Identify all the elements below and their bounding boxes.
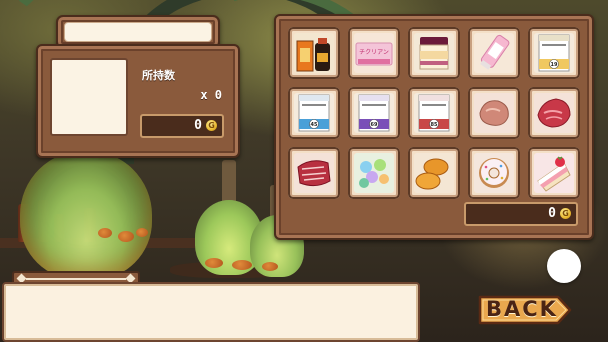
raw-meat-item-icon (479, 100, 509, 126)
circle-button[interactable] (547, 249, 581, 283)
medicine-box-number: 85 (431, 122, 438, 128)
back-button[interactable]: BACK (478, 294, 572, 326)
item-title-field (64, 22, 212, 42)
shop-slot[interactable] (348, 147, 400, 199)
donut-item-icon (479, 158, 509, 188)
marbled-beef-item-icon (297, 160, 331, 187)
background-flask-neck (222, 160, 236, 205)
medicine-box-69-item-icon: 69 (358, 94, 390, 132)
item-preview-image (50, 58, 128, 136)
shop-slot[interactable] (528, 147, 580, 199)
gold-coin-icon: G (206, 120, 217, 131)
background-orange (118, 231, 134, 242)
medicine-box-19-item-icon: 19 (538, 34, 570, 72)
shop-slot[interactable]: 45 (288, 87, 340, 139)
candy-item-icon (359, 159, 389, 188)
dialogue-box[interactable] (2, 282, 420, 342)
total-gold-value: 0 (548, 206, 556, 221)
shop-item-grid: チクリアン 19 45 69 85 (288, 27, 580, 199)
pink-tube-item-icon (480, 34, 510, 70)
candy-box-label: チクリアン (359, 49, 389, 56)
gold-coin-icon: G (560, 208, 571, 219)
background-orange (98, 228, 112, 238)
shop-item-panel: チクリアン 19 45 69 85 0 G (274, 14, 594, 240)
item-info-panel: 所持数 x 0 0 G (36, 44, 240, 158)
red-meat-steak-item-icon (537, 98, 571, 128)
background-orange (262, 262, 278, 271)
owned-label: 所持数 (142, 69, 175, 82)
shop-slot[interactable] (528, 87, 580, 139)
shop-slot[interactable] (468, 27, 520, 79)
shop-slot[interactable] (288, 27, 340, 79)
shop-slot[interactable] (468, 87, 520, 139)
item-price-box: 0 G (140, 114, 224, 138)
croquette-item-icon (415, 158, 449, 190)
background-flask (20, 150, 152, 280)
shop-slot[interactable] (408, 27, 460, 79)
medicine-box-45-item-icon: 45 (298, 94, 330, 132)
medicine-bottle-item-icon (296, 38, 330, 72)
medicine-box-number: 69 (371, 122, 378, 128)
owned-count: x 0 (200, 88, 222, 102)
shop-slot[interactable]: 85 (408, 87, 460, 139)
shop-slot[interactable] (408, 147, 460, 199)
back-button-label: BACK (486, 297, 558, 321)
medicine-box-number: 45 (311, 122, 318, 128)
medicine-box-number: 19 (551, 62, 558, 68)
dialogue-tab-line (26, 278, 126, 280)
pudding-jar-item-icon (419, 37, 449, 70)
shop-slot[interactable] (288, 147, 340, 199)
background-orange (232, 260, 252, 270)
background-orange (136, 228, 148, 237)
background-orange (205, 258, 223, 268)
shop-slot[interactable]: 69 (348, 87, 400, 139)
pink-candy-box-item-icon: チクリアン (355, 42, 393, 66)
shop-slot[interactable]: 19 (528, 27, 580, 79)
medicine-box-85-item-icon: 85 (418, 94, 450, 132)
item-price-value: 0 (194, 118, 202, 133)
shop-slot[interactable] (468, 147, 520, 199)
strawberry-cake-item-icon (537, 156, 571, 192)
total-gold-box: 0 G (464, 202, 578, 226)
shop-slot[interactable]: チクリアン (348, 27, 400, 79)
